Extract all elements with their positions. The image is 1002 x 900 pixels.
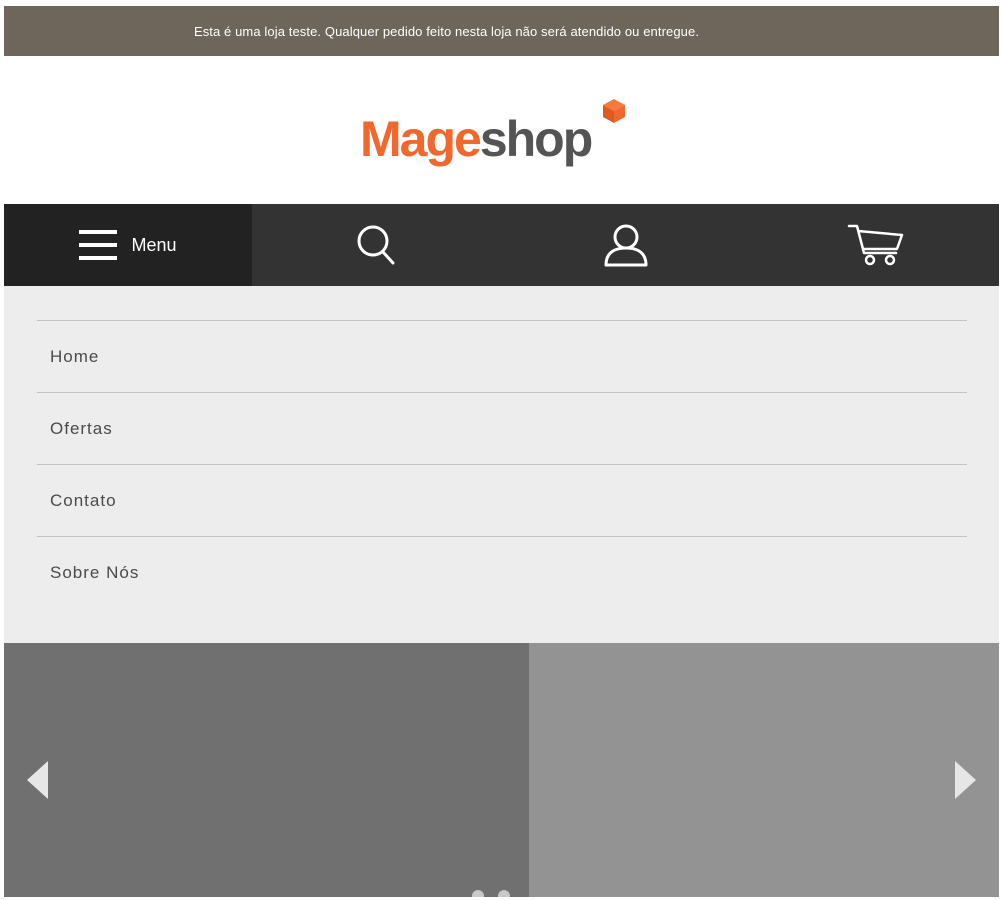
menu-list: Home Ofertas Contato Sobre Nós <box>37 320 967 609</box>
hamburger-icon <box>79 230 118 260</box>
menu-item-ofertas[interactable]: Ofertas <box>37 393 967 465</box>
mobile-nav-bar: Menu <box>4 204 999 286</box>
demo-store-notice: Esta é uma loja teste. Qualquer pedido f… <box>4 6 999 56</box>
mobile-menu-panel: Home Ofertas Contato Sobre Nós <box>4 286 999 643</box>
account-button[interactable] <box>500 204 752 286</box>
cart-button[interactable] <box>752 204 999 286</box>
logo-text-shop: shop <box>479 111 593 167</box>
banner-slide[interactable] <box>4 643 529 897</box>
menu-item-home[interactable]: Home <box>37 321 967 393</box>
menu-item-sobre-nos[interactable]: Sobre Nós <box>37 537 967 609</box>
slider-dot[interactable] <box>498 890 510 897</box>
user-icon <box>604 224 648 267</box>
menu-item-contato[interactable]: Contato <box>37 465 967 537</box>
slider-dots <box>472 890 510 897</box>
slider-next-button[interactable] <box>953 761 977 799</box>
menu-toggle-label: Menu <box>131 234 177 255</box>
logo-text-mage: Mage <box>360 111 482 167</box>
search-icon <box>357 225 395 265</box>
cart-icon <box>847 224 903 266</box>
search-button[interactable] <box>252 204 500 286</box>
chevron-right-icon <box>955 761 976 799</box>
menu-toggle-button[interactable]: Menu <box>4 204 252 286</box>
demo-store-notice-text: Esta é uma loja teste. Qualquer pedido f… <box>193 23 700 39</box>
cube-icon <box>603 99 625 123</box>
slider-dot[interactable] <box>472 890 484 897</box>
banner-slide[interactable] <box>529 643 999 897</box>
menu-item-label: Sobre Nós <box>50 563 140 582</box>
banner-slider <box>4 643 999 897</box>
page-frame: Esta é uma loja teste. Qualquer pedido f… <box>4 6 999 897</box>
menu-item-label: Contato <box>50 490 117 510</box>
store-logo[interactable]: Mage shop <box>360 99 625 167</box>
header-logo-area: Mage shop <box>4 56 999 204</box>
slider-prev-button[interactable] <box>26 761 50 799</box>
menu-item-label: Home <box>50 346 100 366</box>
chevron-left-icon <box>27 761 48 799</box>
menu-item-label: Ofertas <box>50 418 113 438</box>
